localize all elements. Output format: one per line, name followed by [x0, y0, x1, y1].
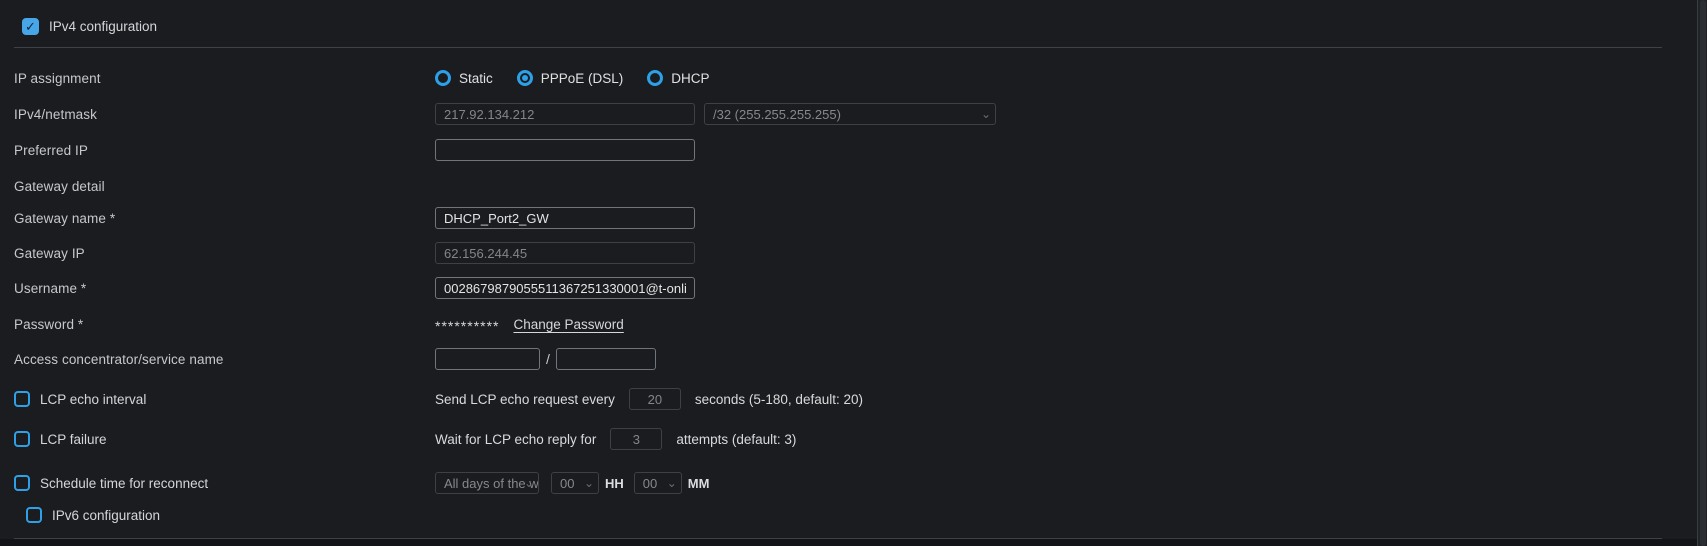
lcp-failure-attempts-input[interactable]	[610, 428, 662, 450]
ipv6-configuration-row: IPv6 configuration	[0, 505, 1707, 525]
lcp-failure-row: LCP failure Wait for LCP echo reply for …	[0, 427, 1707, 451]
ipv4-netmask-row: IPv4/netmask /32 (255.255.255.255) ⌄	[0, 103, 1707, 125]
lcp-failure-text-after: attempts (default: 3)	[676, 432, 796, 447]
schedule-day-select[interactable]: All days of the w ⌄	[435, 472, 539, 494]
gateway-name-label: Gateway name *	[14, 211, 435, 226]
slash-separator: /	[546, 351, 550, 367]
username-row: Username *	[0, 277, 1707, 299]
access-concentrator-label: Access concentrator/service name	[14, 352, 435, 367]
ipv4-address-input[interactable]	[435, 103, 695, 125]
lcp-failure-checkbox[interactable]	[14, 431, 30, 447]
radio-dhcp[interactable]: DHCP	[647, 70, 709, 86]
lcp-echo-seconds-input[interactable]	[629, 388, 681, 410]
preferred-ip-label: Preferred IP	[14, 143, 435, 158]
radio-pppoe-circle[interactable]	[517, 70, 533, 86]
lcp-failure-text-before: Wait for LCP echo reply for	[435, 432, 596, 447]
lcp-echo-text-before: Send LCP echo request every	[435, 392, 615, 407]
gateway-detail-heading: Gateway detail	[14, 179, 435, 194]
lcp-echo-interval-checkbox[interactable]	[14, 391, 30, 407]
radio-pppoe-dsl[interactable]: PPPoE (DSL)	[517, 70, 624, 86]
panel-footer-background	[0, 539, 1707, 546]
service-name-input[interactable]	[556, 348, 656, 370]
lcp-failure-label: LCP failure	[40, 432, 107, 447]
lcp-echo-interval-label: LCP echo interval	[40, 392, 146, 407]
gateway-detail-row: Gateway detail	[0, 178, 1707, 194]
radio-dhcp-circle[interactable]	[647, 70, 663, 86]
gateway-name-row: Gateway name *	[0, 207, 1707, 229]
change-password-link[interactable]: Change Password	[513, 317, 623, 332]
ip-assignment-label: IP assignment	[14, 71, 435, 86]
hh-unit-label: HH	[605, 476, 624, 491]
gateway-name-input[interactable]	[435, 207, 695, 229]
schedule-hour-select[interactable]: 00 ⌄	[551, 472, 599, 494]
schedule-reconnect-checkbox[interactable]	[14, 475, 30, 491]
chevron-down-icon: ⌄	[584, 474, 594, 492]
ipv6-configuration-checkbox[interactable]	[26, 507, 42, 523]
password-label: Password *	[14, 317, 435, 332]
section-divider	[14, 47, 1662, 48]
radio-static[interactable]: Static	[435, 70, 493, 86]
schedule-reconnect-label: Schedule time for reconnect	[40, 476, 208, 491]
ipv4-netmask-label: IPv4/netmask	[14, 107, 435, 122]
schedule-reconnect-row: Schedule time for reconnect All days of …	[0, 471, 1707, 495]
chevron-down-icon: ⌄	[667, 474, 677, 492]
access-concentrator-row: Access concentrator/service name /	[0, 347, 1707, 371]
password-masked-value: **********	[435, 318, 499, 334]
netmask-select[interactable]: /32 (255.255.255.255) ⌄	[704, 103, 996, 125]
gateway-ip-input[interactable]	[435, 242, 695, 264]
username-label: Username *	[14, 281, 435, 296]
scrollbar-thumb[interactable]	[1700, 0, 1706, 546]
ip-assignment-radio-group: Static PPPoE (DSL) DHCP	[435, 70, 710, 86]
ip-assignment-row: IP assignment Static PPPoE (DSL) DHCP	[0, 67, 1707, 89]
password-row: Password * ********** Change Password	[0, 315, 1707, 333]
ipv4-configuration-label: IPv4 configuration	[49, 19, 157, 34]
ipv4-configuration-checkbox[interactable]: ✓	[22, 18, 39, 35]
ipv6-configuration-label: IPv6 configuration	[52, 508, 160, 523]
gateway-ip-label: Gateway IP	[14, 246, 435, 261]
access-concentrator-input[interactable]	[435, 348, 540, 370]
preferred-ip-input[interactable]	[435, 139, 695, 161]
gateway-ip-row: Gateway IP	[0, 242, 1707, 264]
lcp-echo-interval-row: LCP echo interval Send LCP echo request …	[0, 387, 1707, 411]
vertical-scrollbar[interactable]	[1697, 0, 1707, 546]
check-icon: ✓	[25, 20, 36, 33]
chevron-down-icon: ⌄	[981, 105, 991, 123]
lcp-echo-text-after: seconds (5-180, default: 20)	[695, 392, 863, 407]
preferred-ip-row: Preferred IP	[0, 139, 1707, 161]
ipv4-configuration-row: ✓ IPv4 configuration	[0, 16, 1707, 36]
username-input[interactable]	[435, 277, 695, 299]
schedule-minute-select[interactable]: 00 ⌄	[634, 472, 682, 494]
pppoe-interface-config-panel: ✓ IPv4 configuration IP assignment Stati…	[0, 0, 1707, 546]
chevron-down-icon: ⌄	[524, 474, 534, 492]
mm-unit-label: MM	[688, 476, 710, 491]
radio-static-circle[interactable]	[435, 70, 451, 86]
